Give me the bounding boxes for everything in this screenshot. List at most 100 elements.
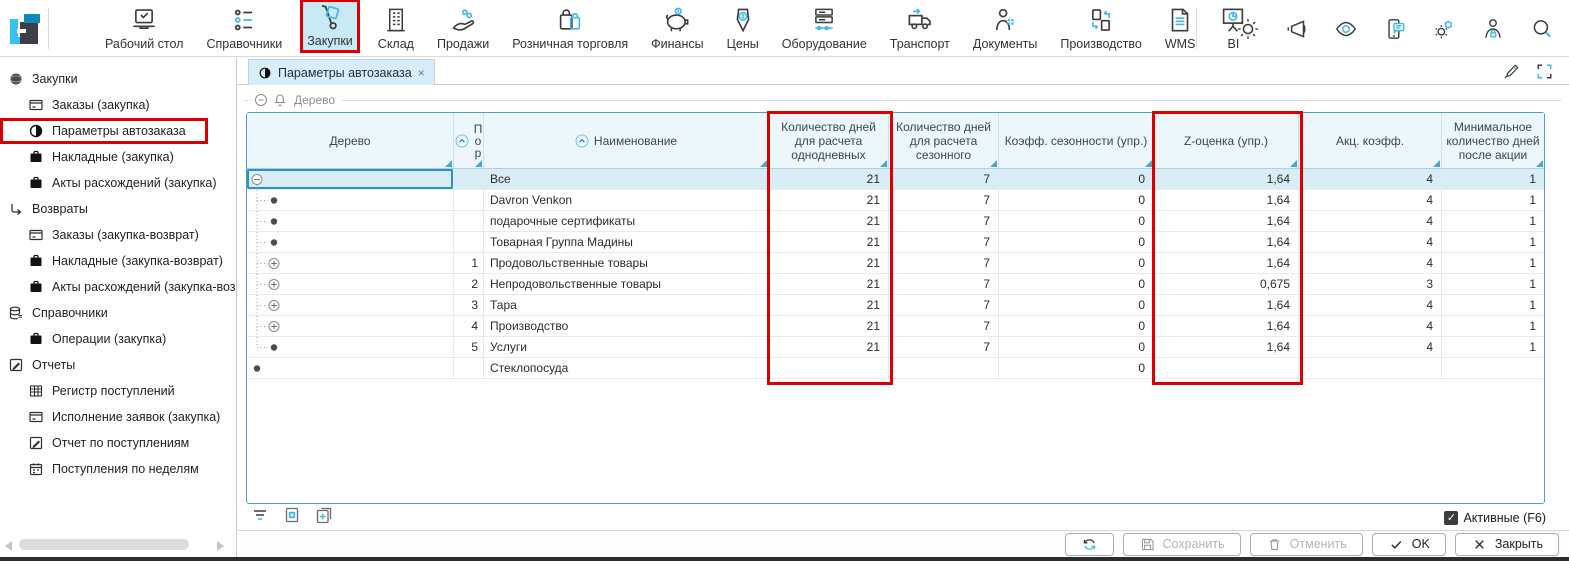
name-cell[interactable]: Продовольственные товары: [484, 253, 769, 273]
sidebar-item[interactable]: Заказы (закупка): [0, 92, 236, 118]
checkbox-check-icon[interactable]: ✓: [1444, 511, 1458, 525]
order-cell[interactable]: [454, 211, 484, 231]
md-cell[interactable]: 1: [1442, 274, 1544, 294]
name-cell[interactable]: подарочные сертификаты: [484, 211, 769, 231]
d1-cell[interactable]: 21: [769, 211, 889, 231]
table-row[interactable]: Все21701,6441: [247, 169, 1544, 190]
nav-item-sales[interactable]: Продажи: [432, 3, 494, 53]
d1-cell[interactable]: 21: [769, 295, 889, 315]
table-row[interactable]: Стеклопосуда0: [247, 358, 1544, 379]
add-cards-icon[interactable]: [314, 505, 334, 525]
d2-cell[interactable]: 7: [889, 337, 999, 357]
nav-item-equipment[interactable]: Оборудование: [777, 3, 872, 53]
table-row[interactable]: 3Тара21701,6441: [247, 295, 1544, 316]
tree-cell[interactable]: [247, 253, 454, 273]
md-cell[interactable]: 1: [1442, 232, 1544, 252]
bell-icon[interactable]: [273, 93, 287, 107]
expand-tree-icon[interactable]: [247, 316, 307, 336]
ks-cell[interactable]: 0: [999, 274, 1154, 294]
leaf-tree-icon[interactable]: [247, 190, 307, 210]
nav-item-desktop[interactable]: Рабочий стол: [100, 3, 188, 53]
name-cell[interactable]: Davron Venkon: [484, 190, 769, 210]
ak-cell[interactable]: 4: [1299, 337, 1442, 357]
z-cell[interactable]: 1,64: [1154, 337, 1299, 357]
scroll-left-icon[interactable]: [5, 541, 12, 551]
z-cell[interactable]: 1,64: [1154, 316, 1299, 336]
z-cell[interactable]: 1,64: [1154, 190, 1299, 210]
scrollbar-thumb[interactable]: [19, 539, 189, 550]
column-header-d1[interactable]: Количество дней для расчета однодневных: [769, 113, 889, 168]
nav-item-production[interactable]: Производство: [1055, 3, 1147, 53]
search-icon[interactable]: [1529, 16, 1555, 42]
d1-cell[interactable]: 21: [769, 253, 889, 273]
tree-cell[interactable]: [247, 337, 454, 357]
ks-cell[interactable]: 0: [999, 211, 1154, 231]
fullscreen-icon[interactable]: [1534, 61, 1555, 82]
tab-autoorder-params[interactable]: Параметры автозаказа ×: [248, 59, 435, 85]
ak-cell[interactable]: 4: [1299, 169, 1442, 189]
name-cell[interactable]: Все: [484, 169, 769, 189]
add-card-icon[interactable]: [282, 505, 302, 525]
order-cell[interactable]: [454, 232, 484, 252]
active-checkbox[interactable]: ✓ Активные (F6): [1444, 511, 1546, 525]
sidebar-item[interactable]: Операции (закупка): [0, 326, 236, 352]
name-cell[interactable]: Производство: [484, 316, 769, 336]
table-row[interactable]: Товарная Группа Мадины21701,6441: [247, 232, 1544, 253]
ks-cell[interactable]: 0: [999, 337, 1154, 357]
d1-cell[interactable]: [769, 358, 889, 378]
cancel-button[interactable]: Отменить: [1250, 533, 1363, 556]
table-row[interactable]: Davron Venkon21701,6441: [247, 190, 1544, 211]
d1-cell[interactable]: 21: [769, 316, 889, 336]
nav-item-transport[interactable]: Транспорт: [885, 3, 955, 53]
column-header-z[interactable]: Z-оценка (упр.): [1154, 113, 1299, 168]
tab-close-icon[interactable]: ×: [418, 66, 425, 80]
expand-tree-icon[interactable]: [247, 295, 307, 315]
expand-tree-icon[interactable]: [247, 253, 307, 273]
nav-item-purchases[interactable]: Закупки: [300, 0, 360, 53]
order-cell[interactable]: 2: [454, 274, 484, 294]
column-header-md[interactable]: Минимальное количество дней после акции: [1442, 113, 1544, 168]
close-button[interactable]: Закрыть: [1455, 533, 1559, 556]
nav-item-finance[interactable]: Финансы: [646, 3, 708, 53]
d2-cell[interactable]: [889, 358, 999, 378]
sidebar-item[interactable]: Исполнение заявок (закупка): [0, 404, 236, 430]
d2-cell[interactable]: 7: [889, 316, 999, 336]
save-button[interactable]: Сохранить: [1123, 533, 1241, 556]
name-cell[interactable]: Непродовольственные товары: [484, 274, 769, 294]
order-cell[interactable]: 3: [454, 295, 484, 315]
sidebar-item[interactable]: Параметры автозаказа: [0, 118, 208, 144]
table-row[interactable]: подарочные сертификаты21701,6441: [247, 211, 1544, 232]
nav-item-wms[interactable]: WMS: [1160, 3, 1201, 53]
column-header-ks[interactable]: Коэфф. сезонности (упр.): [999, 113, 1154, 168]
ks-cell[interactable]: 0: [999, 169, 1154, 189]
sidebar-item[interactable]: Регистр поступлений: [0, 378, 236, 404]
z-cell[interactable]: 1,64: [1154, 211, 1299, 231]
ak-cell[interactable]: 3: [1299, 274, 1442, 294]
d1-cell[interactable]: 21: [769, 232, 889, 252]
collapse-icon[interactable]: [254, 93, 268, 107]
d1-cell[interactable]: 21: [769, 274, 889, 294]
z-cell[interactable]: 1,64: [1154, 169, 1299, 189]
order-cell[interactable]: [454, 169, 484, 189]
z-cell[interactable]: 0,675: [1154, 274, 1299, 294]
nav-item-retail[interactable]: Розничная торговля: [507, 3, 633, 53]
ks-cell[interactable]: 0: [999, 190, 1154, 210]
nav-item-documents[interactable]: Документы: [968, 3, 1042, 53]
d2-cell[interactable]: 7: [889, 211, 999, 231]
ks-cell[interactable]: 0: [999, 316, 1154, 336]
ks-cell[interactable]: 0: [999, 295, 1154, 315]
ak-cell[interactable]: [1299, 358, 1442, 378]
z-cell[interactable]: 1,64: [1154, 295, 1299, 315]
tree-cell[interactable]: [247, 232, 454, 252]
order-cell[interactable]: [454, 358, 484, 378]
ak-cell[interactable]: 4: [1299, 253, 1442, 273]
d2-cell[interactable]: 7: [889, 190, 999, 210]
table-row[interactable]: 4Производство21701,6441: [247, 316, 1544, 337]
tree-cell[interactable]: [247, 211, 454, 231]
column-header-name[interactable]: Наименование: [484, 113, 769, 168]
order-cell[interactable]: 1: [454, 253, 484, 273]
d2-cell[interactable]: 7: [889, 253, 999, 273]
table-row[interactable]: 5Услуги21701,6441: [247, 337, 1544, 358]
tree-cell[interactable]: [247, 169, 454, 189]
root-leaf-tree-icon[interactable]: [247, 358, 307, 378]
